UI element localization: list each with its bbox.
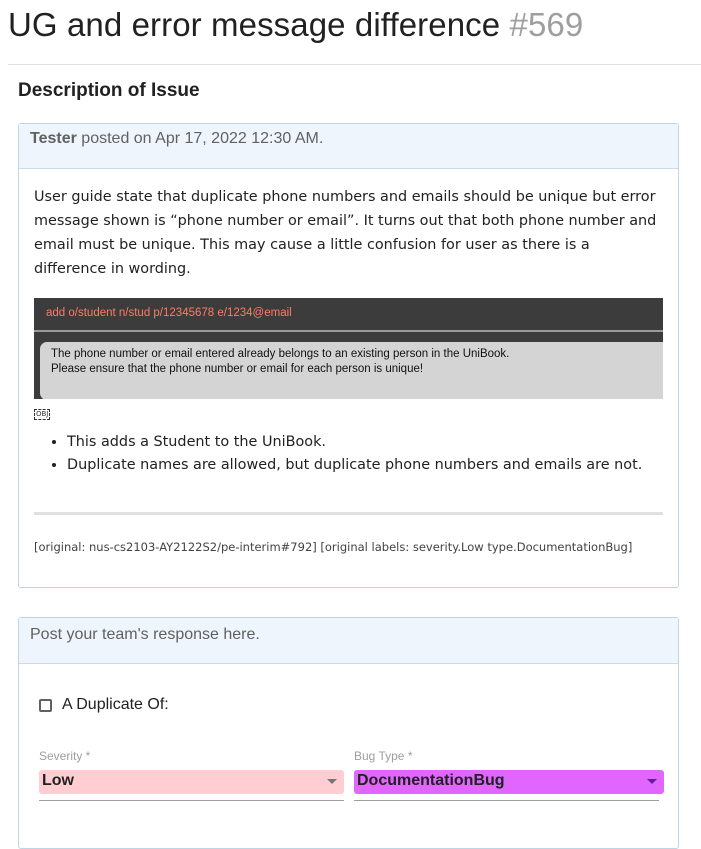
bugtype-underline xyxy=(354,800,659,801)
severity-value: Low xyxy=(42,772,74,789)
error-screenshot: add o/student n/stud p/12345678 e/1234@e… xyxy=(34,298,663,399)
screenshot-message-line2: Please ensure that the phone number or e… xyxy=(51,363,424,375)
issue-number: #569 xyxy=(509,6,584,43)
bugtype-value: DocumentationBug xyxy=(357,772,505,789)
chevron-down-icon xyxy=(647,779,657,784)
severity-label: Severity * xyxy=(39,749,91,763)
description-card: Tester posted on Apr 17, 2022 12:30 AM. … xyxy=(18,123,679,588)
section-title: Description of Issue xyxy=(18,80,200,101)
list-item: This adds a Student to the UniBook. xyxy=(67,431,663,454)
post-author: Tester xyxy=(30,130,77,147)
list-item: Duplicate names are allowed, but duplica… xyxy=(67,454,663,477)
duplicate-of-row[interactable]: A Duplicate Of: xyxy=(39,696,169,714)
duplicate-checkbox[interactable] xyxy=(39,698,52,712)
screenshot-message-line1: The phone number or email entered alread… xyxy=(51,348,510,360)
bugtype-select[interactable]: DocumentationBug xyxy=(354,770,664,794)
post-header: Tester posted on Apr 17, 2022 12:30 AM. xyxy=(19,124,678,169)
post-timestamp: posted on Apr 17, 2022 12:30 AM. xyxy=(81,130,324,147)
severity-underline xyxy=(39,800,344,801)
broken-image-icon: OBJ xyxy=(34,409,51,420)
screenshot-error-message: The phone number or email entered alread… xyxy=(40,342,663,399)
post-description: User guide state that duplicate phone nu… xyxy=(34,189,657,277)
severity-select[interactable]: Low xyxy=(39,770,344,794)
post-body: User guide state that duplicate phone nu… xyxy=(19,169,678,554)
screenshot-separator xyxy=(34,330,663,332)
issue-title-text: UG and error message difference xyxy=(8,6,501,43)
response-card: Post your team's response here. A Duplic… xyxy=(18,617,679,849)
chevron-down-icon xyxy=(327,779,337,784)
horizontal-rule xyxy=(34,512,663,515)
response-header: Post your team's response here. xyxy=(19,618,678,664)
title-divider xyxy=(8,64,701,65)
issue-title: UG and error message difference #569 xyxy=(8,6,583,44)
duplicate-label: A Duplicate Of: xyxy=(62,696,169,713)
bugtype-label: Bug Type * xyxy=(354,749,413,763)
bullet-list: This adds a Student to the UniBook. Dupl… xyxy=(34,431,663,477)
original-reference: [original: nus-cs2103-AY2122S2/pe-interi… xyxy=(34,540,633,554)
screenshot-command: add o/student n/stud p/12345678 e/1234@e… xyxy=(46,307,292,319)
